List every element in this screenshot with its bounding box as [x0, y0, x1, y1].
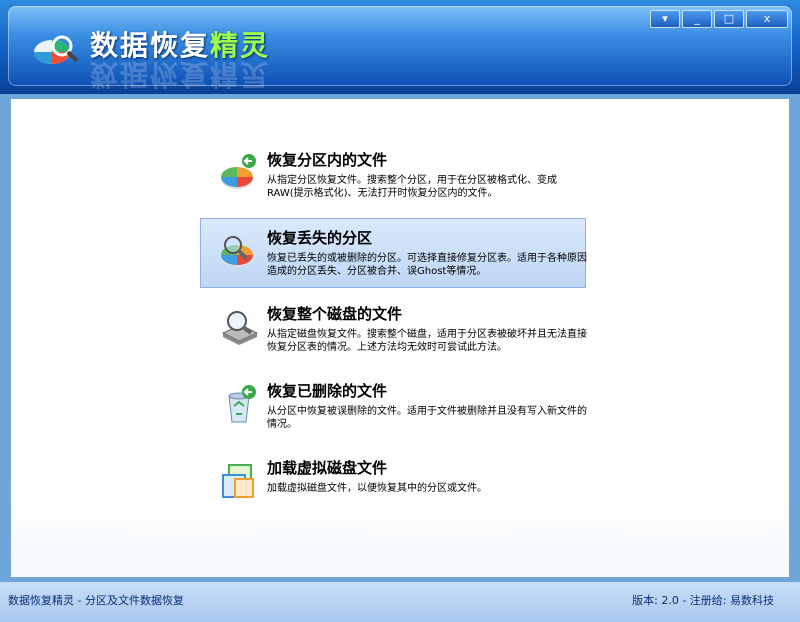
close-button[interactable]: x [746, 10, 788, 28]
window-menu-button[interactable]: ▾ [650, 10, 680, 28]
menu-item-title: 恢复已删除的文件 [267, 382, 388, 400]
title-bar: 数据恢复精灵 数据恢复精灵 ▾ _ □ x [0, 0, 800, 94]
menu-item-title: 加载虚拟磁盘文件 [267, 459, 388, 477]
window-controls: ▾ _ □ x [650, 10, 788, 28]
menu-item-description: 从指定磁盘恢复文件。搜索整个磁盘，适用于分区表被破坏并且无法直接恢复分区表的情况… [267, 329, 587, 353]
menu-item-title: 恢复分区内的文件 [267, 151, 388, 169]
maximize-button[interactable]: □ [714, 10, 744, 28]
status-app-info: 数据恢复精灵 - 分区及文件数据恢复 [8, 594, 184, 607]
app-logo-icon [34, 35, 79, 64]
recycle-bin-icon [228, 385, 256, 423]
menu-item-recover-partition-files[interactable]: 恢复分区内的文件 从指定分区恢复文件。搜索整个分区，用于在分区被格式化、变成RA… [209, 141, 589, 211]
disk-search-icon [221, 311, 259, 345]
menu-item-title: 恢复丢失的分区 [267, 229, 373, 247]
menu-item-description: 加载虚拟磁盘文件，以便恢复其中的分区或文件。 [267, 483, 487, 494]
app-title-reflection: 数据恢复精灵 [90, 58, 271, 91]
menu-item-description: 恢复已丢失的或被删除的分区。可选择直接修复分区表。适用于各种原因造成的分区丢失、… [267, 253, 587, 277]
menu-item-title: 恢复整个磁盘的文件 [267, 305, 403, 323]
menu-item-recover-lost-partition[interactable]: 恢复丢失的分区 恢复已丢失的或被删除的分区。可选择直接修复分区表。适用于各种原因… [200, 218, 587, 288]
menu-item-description: 从分区中恢复被误删除的文件。适用于文件被删除并且没有写入新文件的情况。 [267, 406, 587, 430]
menu-item-load-virtual-disk[interactable]: 加载虚拟磁盘文件 加载虚拟磁盘文件，以便恢复其中的分区或文件。 [209, 449, 589, 519]
minimize-button[interactable]: _ [682, 10, 712, 28]
virtual-disk-icon [222, 464, 254, 498]
menu-item-recover-disk-files[interactable]: 恢复整个磁盘的文件 从指定磁盘恢复文件。搜索整个磁盘，适用于分区表被破坏并且无法… [209, 295, 589, 365]
main-panel: 恢复分区内的文件 从指定分区恢复文件。搜索整个分区，用于在分区被格式化、变成RA… [10, 98, 790, 578]
recovery-menu: 恢复分区内的文件 从指定分区恢复文件。搜索整个分区，用于在分区被格式化、变成RA… [200, 141, 589, 526]
menu-item-description: 从指定分区恢复文件。搜索整个分区，用于在分区被格式化、变成RAW(提示格式化)、… [267, 175, 557, 199]
status-bar: 数据恢复精灵 - 分区及文件数据恢复 版本: 2.0 - 注册给: 易数科技 [0, 582, 800, 622]
menu-item-recover-deleted-files[interactable]: 恢复已删除的文件 从分区中恢复被误删除的文件。适用于文件被删除并且没有写入新文件… [209, 372, 589, 442]
partition-pie-icon [221, 154, 256, 189]
search-pie-icon [221, 236, 253, 267]
status-version-info: 版本: 2.0 - 注册给: 易数科技 [632, 594, 774, 607]
